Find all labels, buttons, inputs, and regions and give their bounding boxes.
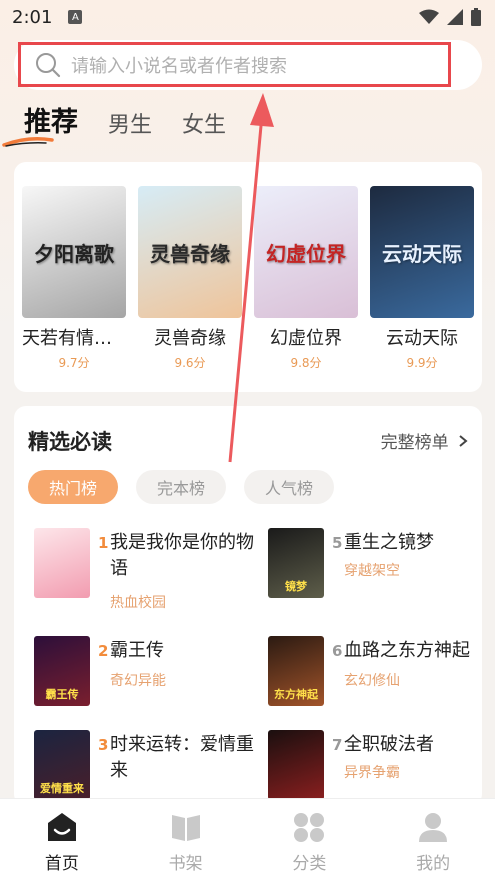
ranking-cover-text: 爱情重来 bbox=[40, 782, 84, 795]
section-title: 精选必读 bbox=[28, 430, 112, 454]
ranking-title: 我是我你是你的物语 bbox=[110, 532, 254, 579]
rank-number: 1 bbox=[98, 534, 109, 552]
book-title: 云动天际 bbox=[386, 328, 458, 349]
ranking-cover-text: 镜梦 bbox=[285, 580, 307, 593]
search-placeholder: 请输入小说名或者作者搜索 bbox=[71, 55, 287, 77]
notification-icon: A bbox=[68, 10, 83, 24]
ranking-item[interactable]: 霸王传 2 霸王传 奇幻异能 bbox=[34, 636, 259, 708]
status-bar: 2:01 A bbox=[0, 0, 495, 34]
book-cover: 幻虚位界 bbox=[254, 186, 358, 318]
nav-home[interactable]: 首页 bbox=[0, 799, 124, 880]
category-icon bbox=[294, 813, 325, 842]
ranking-cover: 镜梦 bbox=[268, 528, 324, 598]
full-ranking-link[interactable]: 完整榜单 bbox=[381, 428, 468, 453]
ranking-title: 重生之镜梦 bbox=[344, 532, 434, 553]
search-input[interactable]: 请输入小说名或者作者搜索 bbox=[18, 42, 451, 87]
signal-icon bbox=[447, 9, 463, 25]
active-tab-underline-icon bbox=[2, 137, 54, 147]
ranking-tag: 玄幻修仙 bbox=[344, 673, 400, 689]
ranking-item[interactable]: 镜梦 5 重生之镜梦 穿越架空 bbox=[268, 528, 493, 600]
book-cover: 夕阳离歌 bbox=[22, 186, 126, 318]
ranking-cover: 爱情重来 bbox=[34, 730, 90, 800]
search-icon bbox=[36, 52, 61, 77]
ranking-tag: 奇幻异能 bbox=[110, 673, 166, 689]
ranking-title: 血路之东方神起 bbox=[344, 640, 470, 661]
ranking-chips: 热门榜 完本榜 人气榜 bbox=[28, 470, 334, 504]
book-card[interactable]: 云动天际 云动天际 9.9分 bbox=[370, 186, 474, 371]
bookshelf-icon bbox=[171, 815, 200, 841]
nav-bookshelf[interactable]: 书架 bbox=[124, 799, 248, 880]
book-title: 灵兽奇缘 bbox=[154, 328, 226, 349]
book-card[interactable]: 幻虚位界 幻虚位界 9.8分 bbox=[254, 186, 358, 371]
book-title: 天若有情：... bbox=[22, 328, 126, 349]
nav-profile-label: 我的 bbox=[416, 854, 451, 874]
nav-bookshelf-label: 书架 bbox=[168, 854, 203, 874]
tab-female[interactable]: 女生 bbox=[182, 107, 226, 139]
chevron-right-icon bbox=[459, 435, 468, 447]
ranking-tag: 穿越架空 bbox=[344, 563, 400, 579]
status-time: 2:01 bbox=[12, 6, 53, 28]
ranking-title: 全职破法者 bbox=[344, 734, 434, 755]
ranking-tag: 异界争霸 bbox=[344, 765, 400, 781]
ranking-cover: 霸王传 bbox=[34, 636, 90, 706]
nav-home-label: 首页 bbox=[44, 854, 79, 874]
full-ranking-label: 完整榜单 bbox=[380, 433, 449, 453]
wifi-icon bbox=[419, 9, 439, 24]
home-icon bbox=[47, 813, 76, 841]
featured-card: 精选必读 完整榜单 热门榜 完本榜 人气榜 1 我是我你是你的物语 热血校园 霸… bbox=[14, 406, 482, 806]
chip-hot[interactable]: 热门榜 bbox=[28, 470, 118, 504]
ranking-cover bbox=[34, 528, 90, 598]
chip-completed[interactable]: 完本榜 bbox=[136, 470, 226, 504]
recommend-card: 夕阳离歌 天若有情：... 9.7分 灵兽奇缘 灵兽奇缘 9.6分 幻虚位界 幻… bbox=[14, 162, 482, 392]
book-cover-title: 夕阳离歌 bbox=[34, 241, 114, 266]
book-title: 幻虚位界 bbox=[270, 328, 342, 349]
profile-icon bbox=[419, 813, 448, 842]
book-cover-title: 幻虚位界 bbox=[266, 241, 346, 266]
ranking-tag: 热血校园 bbox=[110, 595, 166, 611]
rank-number: 7 bbox=[332, 736, 343, 754]
book-cover-title: 灵兽奇缘 bbox=[150, 241, 230, 266]
ranking-item[interactable]: 爱情重来 3 时来运转：爱情重来 bbox=[34, 730, 259, 802]
rank-number: 2 bbox=[98, 642, 109, 660]
ranking-item[interactable]: 1 我是我你是你的物语 热血校园 bbox=[34, 528, 259, 611]
book-score: 9.6分 bbox=[174, 356, 206, 370]
rank-number: 6 bbox=[332, 642, 343, 660]
book-score: 9.7分 bbox=[58, 356, 90, 370]
book-card[interactable]: 灵兽奇缘 灵兽奇缘 9.6分 bbox=[138, 186, 242, 371]
book-cover-title: 云动天际 bbox=[382, 241, 462, 266]
nav-category-label: 分类 bbox=[292, 854, 327, 874]
ranking-title: 霸王传 bbox=[110, 640, 164, 661]
ranking-cover: 东方神起 bbox=[268, 636, 324, 706]
book-cover: 灵兽奇缘 bbox=[138, 186, 242, 318]
bottom-navigation: 首页 书架 分类 我的 bbox=[0, 798, 495, 880]
ranking-cover-text: 东方神起 bbox=[274, 688, 318, 701]
nav-category[interactable]: 分类 bbox=[248, 799, 372, 880]
book-cover: 云动天际 bbox=[370, 186, 474, 318]
rank-number: 5 bbox=[332, 534, 343, 552]
tab-male[interactable]: 男生 bbox=[108, 107, 152, 139]
ranking-title: 时来运转：爱情重来 bbox=[110, 734, 254, 781]
book-score: 9.8分 bbox=[290, 356, 322, 370]
book-card[interactable]: 夕阳离歌 天若有情：... 9.7分 bbox=[22, 186, 126, 371]
chip-popular[interactable]: 人气榜 bbox=[244, 470, 334, 504]
nav-profile[interactable]: 我的 bbox=[371, 799, 495, 880]
ranking-cover-text: 霸王传 bbox=[45, 688, 79, 701]
status-indicators bbox=[419, 8, 481, 26]
ranking-item[interactable]: 东方神起 6 血路之东方神起 玄幻修仙 bbox=[268, 636, 493, 708]
book-score: 9.9分 bbox=[406, 356, 438, 370]
ranking-cover bbox=[268, 730, 324, 800]
ranking-item[interactable]: 7 全职破法者 异界争霸 bbox=[268, 730, 493, 802]
rank-number: 3 bbox=[98, 736, 109, 754]
battery-icon bbox=[471, 8, 481, 26]
